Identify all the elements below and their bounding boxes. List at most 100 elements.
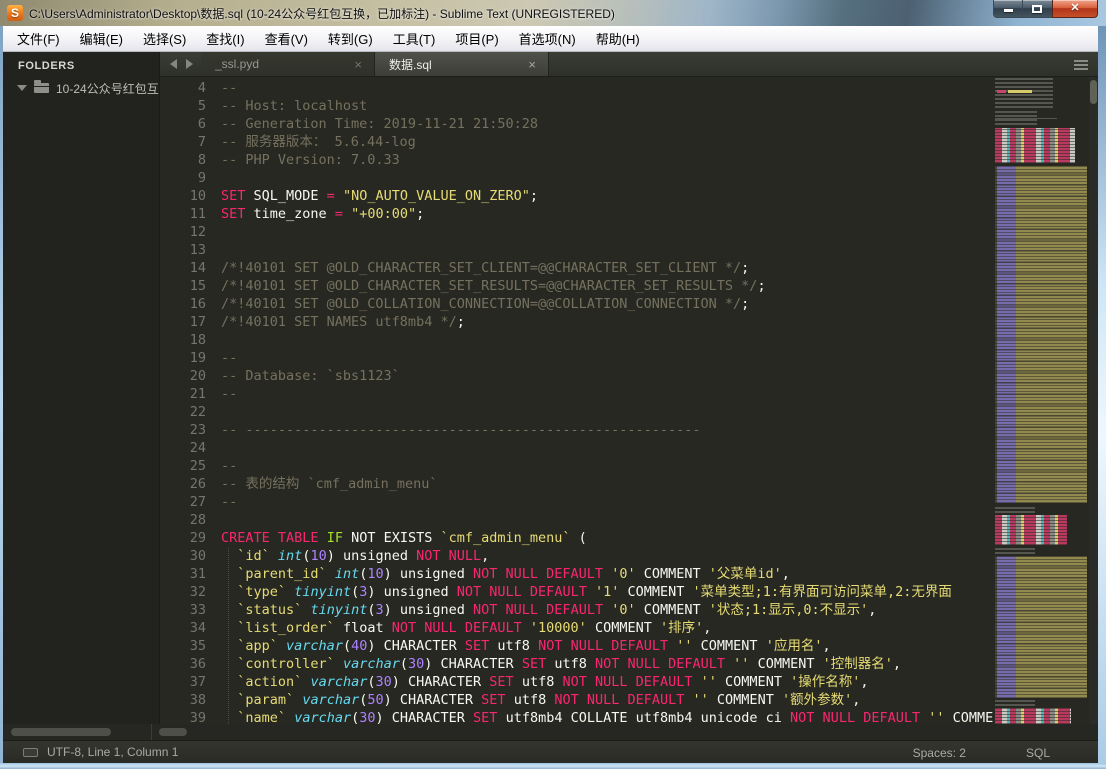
minimap-insert-block <box>995 166 1087 503</box>
editor-hscrollbar-thumb[interactable] <box>159 728 187 736</box>
minimap-create-table-block <box>995 515 1067 545</box>
tab[interactable]: _ssl.pyd× <box>201 52 375 76</box>
code-line: 27 -- <box>160 493 993 511</box>
code-text: `status` tinyint(3) unsigned NOT NULL DE… <box>221 601 876 619</box>
code-line: 33 `status` tinyint(3) unsigned NOT NULL… <box>160 601 993 619</box>
code-content: 4--5-- Host: localhost6-- Generation Tim… <box>160 79 993 724</box>
syntax-mode[interactable]: SQL <box>1026 746 1050 760</box>
tab-label: 数据.sql <box>389 56 524 73</box>
code-line: 7-- 服务器版本： 5.6.44-log <box>160 133 993 151</box>
code-line: 13 <box>160 241 993 259</box>
folder-label: 10-24公众号红包互换 <box>56 80 159 97</box>
sidebar-hscrollbar-thumb[interactable] <box>11 728 111 736</box>
code-line: 14/*!40101 SET @OLD_CHARACTER_SET_CLIENT… <box>160 259 993 277</box>
line-number: 26 <box>160 475 206 493</box>
sidebar: FOLDERS 10-24公众号红包互换 <box>3 52 160 724</box>
maximize-icon <box>1032 5 1042 13</box>
line-number: 33 <box>160 601 206 619</box>
code-line: 20-- Database: `sbs1123` <box>160 367 993 385</box>
sidebar-folder-item[interactable]: 10-24公众号红包互换 <box>3 78 159 98</box>
minimize-button[interactable] <box>993 0 1023 18</box>
vertical-scrollbar[interactable] <box>1089 77 1098 724</box>
line-number: 27 <box>160 493 206 511</box>
line-number: 14 <box>160 259 206 277</box>
line-number: 9 <box>160 169 206 187</box>
close-icon: ✕ <box>1053 1 1097 14</box>
window-border-bottom <box>0 763 1106 769</box>
minimize-icon <box>1004 9 1013 12</box>
code-line: 28 <box>160 511 993 529</box>
overflow-menu-icon[interactable] <box>1074 60 1088 62</box>
code-text: `id` int(10) unsigned NOT NULL, <box>221 547 489 565</box>
code-line: 21 -- <box>160 385 993 403</box>
code-line: 34 `list_order` float NOT NULL DEFAULT '… <box>160 619 993 637</box>
minimap[interactable] <box>993 77 1089 724</box>
menu-item[interactable]: 查看(V) <box>255 26 318 51</box>
minimap-text-block <box>995 700 1035 706</box>
tab-label: _ssl.pyd <box>215 57 350 71</box>
vertical-scrollbar-thumb[interactable] <box>1090 80 1097 104</box>
line-number: 17 <box>160 313 206 331</box>
tab-nav-left-icon[interactable] <box>170 59 177 69</box>
indent-guide <box>228 547 229 724</box>
tab-close-icon[interactable]: × <box>350 57 366 72</box>
line-number: 18 <box>160 331 206 349</box>
code-line: 26-- 表的结构 `cmf_admin_menu` <box>160 475 993 493</box>
code-line: 12 <box>160 223 993 241</box>
line-number: 21 <box>160 385 206 403</box>
menu-item[interactable]: 项目(P) <box>445 26 508 51</box>
line-number: 36 <box>160 655 206 673</box>
menu-item[interactable]: 文件(F) <box>7 26 70 51</box>
main-area: FOLDERS 10-24公众号红包互换 _ssl.pyd×数据.sql× 4-… <box>3 52 1098 763</box>
collapse-arrow-icon[interactable] <box>17 85 27 91</box>
code-line: 31 `parent_id` int(10) unsigned NOT NULL… <box>160 565 993 583</box>
code-line: 18 <box>160 331 993 349</box>
code-text: /*!40101 SET @OLD_CHARACTER_SET_RESULTS=… <box>221 277 766 295</box>
menu-item[interactable]: 首选项(N) <box>509 26 586 51</box>
tab-close-icon[interactable]: × <box>524 57 540 72</box>
code-text: `type` tinyint(3) unsigned NOT NULL DEFA… <box>221 583 952 601</box>
close-button[interactable]: ✕ <box>1052 0 1098 18</box>
minimap-create-table-block <box>995 128 1075 163</box>
tabs: _ssl.pyd×数据.sql× <box>201 52 549 76</box>
sublime-logo-icon[interactable]: S <box>7 5 23 21</box>
code-line: 39 `name` varchar(30) CHARACTER SET utf8… <box>160 709 993 724</box>
minimap-create-table-block <box>995 708 1071 724</box>
code-line: 15 /*!40101 SET @OLD_CHARACTER_SET_RESULT… <box>160 277 993 295</box>
panel-toggle-icon[interactable] <box>23 748 38 757</box>
horizontal-scrollbar-row <box>3 724 1098 740</box>
code-line: 23-- -----------------------------------… <box>160 421 993 439</box>
menu-item[interactable]: 帮助(H) <box>586 26 650 51</box>
line-number: 19 <box>160 349 206 367</box>
code-text: -- Generation Time: 2019-11-21 21:50:28 <box>221 115 538 133</box>
line-number: 22 <box>160 403 206 421</box>
minimap-insert-block <box>995 556 1087 698</box>
tab[interactable]: 数据.sql× <box>375 52 549 76</box>
window-border-right <box>1098 26 1106 769</box>
code-line: 9 <box>160 169 993 187</box>
indent-setting[interactable]: Spaces: 2 <box>913 746 966 760</box>
line-number: 24 <box>160 439 206 457</box>
menu-item[interactable]: 转到(G) <box>318 26 383 51</box>
line-number: 15 <box>160 277 206 295</box>
tab-nav-right-icon[interactable] <box>186 59 193 69</box>
code-text: `action` varchar(30) CHARACTER SET utf8 … <box>221 673 868 691</box>
code-text: -- <box>221 385 237 403</box>
menu-item[interactable]: 查找(I) <box>196 26 254 51</box>
menu-item[interactable]: 选择(S) <box>133 26 196 51</box>
code-text: -- <box>221 493 237 511</box>
minimap-text-block <box>995 547 1035 554</box>
code-line: 11SET time_zone = "+00:00"; <box>160 205 993 223</box>
window-border-left <box>0 26 3 769</box>
menu-item[interactable]: 编辑(E) <box>70 26 133 51</box>
menubar: 文件(F)编辑(E)选择(S)查找(I)查看(V)转到(G)工具(T)项目(P)… <box>3 26 1098 52</box>
window-title: C:\Users\Administrator\Desktop\数据.sql (1… <box>29 5 615 22</box>
window-controls: ✕ <box>993 0 1098 18</box>
line-number: 35 <box>160 637 206 655</box>
line-number: 37 <box>160 673 206 691</box>
menu-item[interactable]: 工具(T) <box>383 26 446 51</box>
code-line: 35 `app` varchar(40) CHARACTER SET utf8 … <box>160 637 993 655</box>
code-editor[interactable]: 4--5-- Host: localhost6-- Generation Tim… <box>160 77 993 724</box>
maximize-button[interactable] <box>1023 0 1052 18</box>
code-text: `param` varchar(50) CHARACTER SET utf8 N… <box>221 691 860 709</box>
